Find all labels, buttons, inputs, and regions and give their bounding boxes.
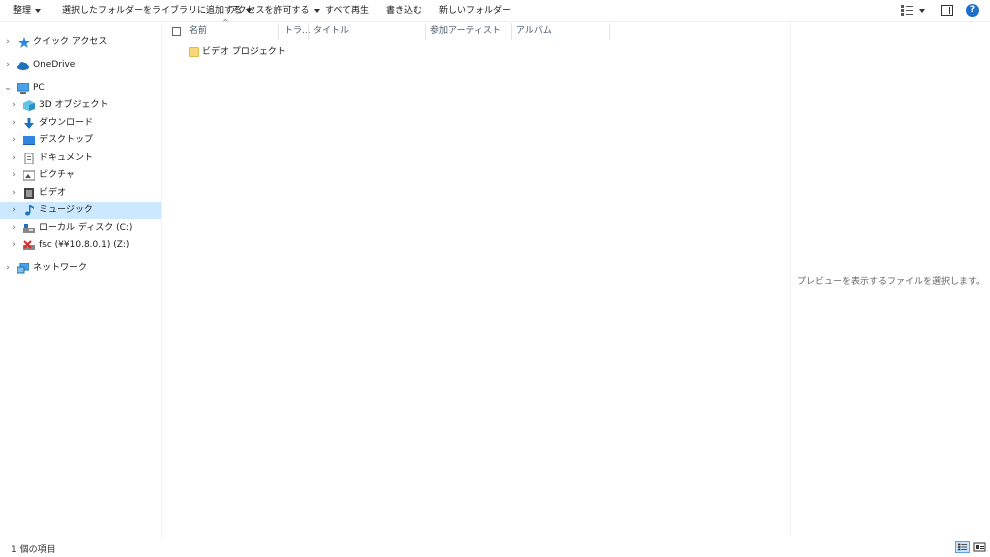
play-all-label: すべて再生 <box>325 6 370 16</box>
give-access-button[interactable]: アクセスを許可する <box>229 3 320 19</box>
chevron-down-icon[interactable]: ⌄ <box>3 80 13 97</box>
nav-item-quick-access[interactable]: › クイック アクセス <box>0 34 161 51</box>
nav-item-desktop[interactable]: › デスクトップ <box>0 132 161 149</box>
document-icon <box>24 153 34 164</box>
new-folder-button[interactable]: 新しいフォルダー <box>439 3 511 19</box>
command-bar: 整理 選択したフォルダーをライブラリに追加する アクセスを許可する すべて再生 … <box>0 0 990 22</box>
burn-button[interactable]: 書き込む <box>386 3 422 19</box>
chevron-right-icon[interactable]: › <box>3 34 13 51</box>
nav-label: 3D オブジェクト <box>39 100 109 110</box>
picture-icon <box>23 170 35 181</box>
nav-label: ミュージック <box>39 205 93 215</box>
nav-label: fsc (¥¥10.8.0.1) (Z:) <box>39 240 130 250</box>
nav-label: ローカル ディスク (C:) <box>39 223 133 233</box>
chevron-down-icon <box>313 8 320 13</box>
chevron-right-icon[interactable]: › <box>9 220 19 237</box>
chevron-down-icon <box>35 8 42 13</box>
column-divider[interactable] <box>609 23 610 40</box>
give-access-label: アクセスを許可する <box>229 6 310 16</box>
star-icon <box>18 37 30 48</box>
chevron-right-icon[interactable]: › <box>9 115 19 132</box>
column-divider[interactable] <box>308 23 309 40</box>
download-icon <box>24 118 34 129</box>
nav-label: クイック アクセス <box>33 37 108 47</box>
chevron-right-icon[interactable]: › <box>3 57 13 74</box>
column-header-title[interactable]: タイトル <box>313 22 349 41</box>
nav-item-downloads[interactable]: › ダウンロード <box>0 115 161 132</box>
column-divider[interactable] <box>511 23 512 40</box>
change-view-icon[interactable] <box>901 5 913 16</box>
chevron-right-icon[interactable]: › <box>9 202 19 219</box>
help-icon[interactable]: ? <box>966 4 979 17</box>
nav-item-network-drive[interactable]: › fsc (¥¥10.8.0.1) (Z:) <box>0 237 161 254</box>
preview-empty-message: プレビューを表示するファイルを選択します。 <box>796 277 986 287</box>
column-divider[interactable] <box>425 23 426 40</box>
chevron-right-icon[interactable]: › <box>9 237 19 254</box>
nav-label: デスクトップ <box>39 135 94 145</box>
video-icon <box>24 188 34 199</box>
folder-icon <box>189 47 199 57</box>
item-count: 1 個の項目 <box>11 545 56 555</box>
preview-pane-toggle-icon[interactable] <box>941 5 953 16</box>
hard-drive-icon <box>23 224 35 233</box>
nav-label: ドキュメント <box>39 153 94 163</box>
nav-label: ネットワーク <box>33 263 88 273</box>
nav-label: ダウンロード <box>39 118 94 128</box>
chevron-right-icon[interactable]: › <box>9 167 19 184</box>
nav-label: ピクチャ <box>39 170 75 180</box>
nav-item-pictures[interactable]: › ピクチャ <box>0 167 161 184</box>
music-note-icon <box>25 205 34 216</box>
column-header-album[interactable]: アルバム <box>516 22 552 41</box>
chevron-down-icon[interactable] <box>919 9 925 13</box>
column-header-name[interactable]: 名前 <box>189 22 207 41</box>
new-folder-label: 新しいフォルダー <box>439 6 512 16</box>
large-icons-view-icon[interactable] <box>973 541 986 553</box>
cloud-icon <box>17 62 29 70</box>
nav-item-local-disk[interactable]: › ローカル ディスク (C:) <box>0 220 161 237</box>
status-bar: 1 個の項目 <box>0 537 990 557</box>
chevron-right-icon[interactable]: › <box>9 150 19 167</box>
chevron-right-icon[interactable]: › <box>3 260 13 277</box>
select-all-checkbox[interactable] <box>172 27 181 36</box>
sort-ascending-icon: ^ <box>222 18 229 27</box>
column-header-track[interactable]: トラ... <box>284 22 311 41</box>
details-view-icon[interactable] <box>955 541 970 553</box>
chevron-right-icon[interactable]: › <box>9 132 19 149</box>
column-header-contributing-artists[interactable]: 参加アーティスト <box>430 22 501 41</box>
organize-label: 整理 <box>13 6 32 16</box>
nav-label: OneDrive <box>33 60 76 70</box>
nav-item-music[interactable]: › ミュージック <box>0 202 161 219</box>
chevron-right-icon[interactable]: › <box>9 97 19 114</box>
disconnected-network-drive-icon <box>23 240 35 250</box>
cube-icon <box>23 100 35 111</box>
network-icon <box>17 263 29 274</box>
preview-pane: プレビューを表示するファイルを選択します。 <box>790 22 990 537</box>
nav-item-videos[interactable]: › ビデオ <box>0 185 161 202</box>
nav-item-network[interactable]: › ネットワーク <box>0 260 161 277</box>
column-divider[interactable] <box>278 23 279 40</box>
nav-item-documents[interactable]: › ドキュメント <box>0 150 161 167</box>
navigation-pane: › クイック アクセス › OneDrive ⌄ PC › 3D オブジェクト … <box>0 23 162 537</box>
nav-label: ビデオ <box>39 188 67 198</box>
chevron-right-icon[interactable]: › <box>9 185 19 202</box>
nav-label: PC <box>33 83 45 93</box>
nav-item-onedrive[interactable]: › OneDrive <box>0 57 161 74</box>
organize-button[interactable]: 整理 <box>13 3 42 19</box>
play-all-button[interactable]: すべて再生 <box>325 3 369 19</box>
desktop-icon <box>23 136 35 145</box>
burn-label: 書き込む <box>386 6 423 16</box>
file-name: ビデオ プロジェクト <box>202 47 286 57</box>
nav-item-pc[interactable]: ⌄ PC <box>0 80 161 97</box>
add-to-library-label: 選択したフォルダーをライブラリに追加する <box>62 6 243 16</box>
computer-icon <box>17 83 29 94</box>
add-to-library-button[interactable]: 選択したフォルダーをライブラリに追加する <box>62 3 253 19</box>
nav-item-3d-objects[interactable]: › 3D オブジェクト <box>0 97 161 114</box>
